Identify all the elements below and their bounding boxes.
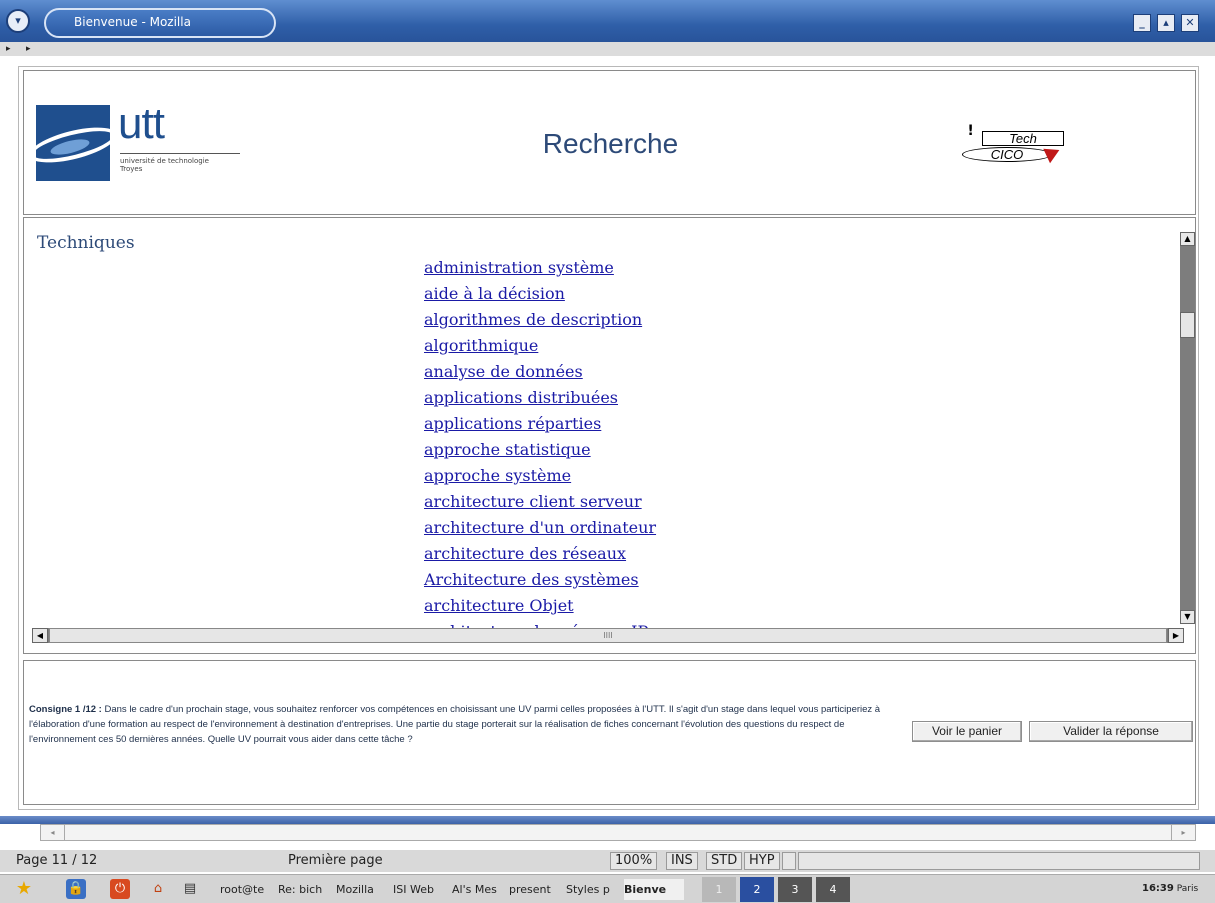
technique-link-list: administration système aide à la décision… [424,258,656,648]
tech-cico-logo: ǃ Tech CICO [956,123,1066,164]
horizontal-scrollbar[interactable]: ◀ IIII ▶ [32,628,1184,643]
taskbar-item[interactable]: present [509,879,564,900]
list-item: approche statistique [424,440,656,466]
technique-link[interactable]: architecture d'un ordinateur [424,518,656,537]
window-bottom-band [0,816,1215,824]
page-style-indicator[interactable]: Première page [288,852,383,870]
list-item: applications distribuées [424,388,656,414]
workspace-4[interactable]: 4 [816,877,850,902]
insert-mode-indicator[interactable]: INS [666,852,698,870]
workspace-2[interactable]: 2 [740,877,774,902]
taskbar-item[interactable]: root@te [220,879,276,900]
taskbar: ★ 🔒 ⏻ ⌂ ▤ root@te Re: bich Mozilla ISI Web A… [0,874,1215,903]
list-item: architecture d'un ordinateur [424,518,656,544]
page-indicator: Page 11 / 12 [16,853,98,868]
workspace-1[interactable]: 1 [702,877,736,902]
list-item: architecture Objet [424,596,656,622]
technique-link[interactable]: Architecture des systèmes [424,570,639,589]
list-item: Architecture des systèmes [424,570,656,596]
navigation-strip: ▸ ▸ [0,42,1215,56]
content-frame: Techniques administration système aide à … [23,217,1196,654]
scroll-right-arrow-icon[interactable]: ▶ [1168,628,1184,643]
maximize-button[interactable]: ▴ [1157,14,1175,32]
star-menu-icon[interactable]: ★ [14,879,34,899]
taskbar-item[interactable]: Styles p [566,879,622,900]
window-menu-button[interactable]: ▾ [6,9,30,33]
list-item: architecture client serveur [424,492,656,518]
scroll-down-arrow-icon[interactable]: ▼ [1180,610,1195,624]
person-icon: ǃ [968,123,974,139]
document-horizontal-scrollbar[interactable]: ◂ ▸ [40,824,1196,841]
utt-logo-city: Troyes [120,165,143,173]
cico-logo-text: CICO [962,147,1052,162]
technique-link[interactable]: architecture Objet [424,596,574,615]
back-arrow-icon[interactable]: ▸ [6,42,11,56]
list-item: architecture des réseaux [424,544,656,570]
horizontal-scroll-thumb[interactable]: IIII [49,628,1167,643]
vertical-scroll-thumb[interactable] [1180,312,1195,338]
minimize-button[interactable]: _ [1133,14,1151,32]
technique-link[interactable]: applications distribuées [424,388,618,407]
chevron-down-icon: ▾ [15,14,21,27]
clock: 16:39 Paris [1142,883,1198,894]
list-item: approche système [424,466,656,492]
window-title-pill: Bienvenue - Mozilla [44,8,276,38]
close-button[interactable]: ✕ [1181,14,1199,32]
technique-link[interactable]: algorithmes de description [424,310,642,329]
technique-link[interactable]: applications réparties [424,414,601,433]
vertical-scrollbar[interactable]: ▲ ▼ [1180,232,1195,624]
scroll-right-arrow-icon[interactable]: ▸ [1171,825,1195,840]
scroll-grip: IIII [603,631,613,640]
technique-link[interactable]: approche système [424,466,571,485]
scroll-up-arrow-icon[interactable]: ▲ [1180,232,1195,246]
list-item: aide à la décision [424,284,656,310]
technique-link[interactable]: aide à la décision [424,284,565,303]
maximize-icon: ▴ [1163,16,1169,29]
list-item: administration système [424,258,656,284]
validate-answer-button[interactable]: Valider la réponse [1029,721,1193,742]
header-frame: utt université de technologie Troyes Rec… [23,70,1196,215]
taskbar-item[interactable]: Mozilla [336,879,391,900]
lock-icon[interactable]: 🔒 [66,879,86,899]
hyperlink-mode-indicator[interactable]: HYP [744,852,780,870]
window-title: Bienvenue - Mozilla [74,15,191,29]
instruction-frame: Consigne 1 /12 : Dans le cadre d'un proc… [23,660,1196,805]
instruction-text: Consigne 1 /12 : Dans le cadre d'un proc… [29,702,909,747]
home-icon[interactable]: ⌂ [148,879,168,899]
selection-mode-indicator[interactable]: STD [706,852,743,870]
technique-link[interactable]: approche statistique [424,440,591,459]
technique-link[interactable]: architecture des réseaux [424,544,626,563]
scroll-left-arrow-icon[interactable]: ◂ [41,825,65,840]
list-item: analyse de données [424,362,656,388]
taskbar-item[interactable]: ISI Web [393,879,450,900]
view-cart-button[interactable]: Voir le panier [912,721,1022,742]
close-icon: ✕ [1185,16,1195,29]
taskbar-item[interactable]: Re: bich [278,879,334,900]
clock-time: 16:39 [1142,883,1174,894]
forward-arrow-icon[interactable]: ▸ [26,42,31,56]
section-title: Techniques [37,233,135,253]
status-field [798,852,1200,870]
terminal-icon[interactable]: ▤ [180,879,200,899]
instruction-label: Consigne 1 /12 : [29,704,102,715]
window-title-bar[interactable]: ▾ Bienvenue - Mozilla _ ▴ ✕ [0,0,1215,42]
taskbar-item[interactable]: Bienve [624,879,684,900]
modified-indicator [782,852,796,870]
status-bar: Page 11 / 12 Première page 100% INS STD … [0,850,1215,872]
taskbar-item[interactable]: Al's Mes [452,879,507,900]
scroll-left-arrow-icon[interactable]: ◀ [32,628,48,643]
technique-link[interactable]: algorithmique [424,336,538,355]
list-item: applications réparties [424,414,656,440]
clock-city: Paris [1176,884,1199,894]
workspace-3[interactable]: 3 [778,877,812,902]
zoom-indicator[interactable]: 100% [610,852,658,870]
power-icon[interactable]: ⏻ [110,879,130,899]
minimize-icon: _ [1139,16,1145,29]
technique-link[interactable]: architecture client serveur [424,492,642,511]
instruction-body: Dans le cadre d'un prochain stage, vous … [29,704,881,745]
technique-link[interactable]: analyse de données [424,362,583,381]
list-item: algorithmes de description [424,310,656,336]
list-item: algorithmique [424,336,656,362]
technique-link[interactable]: administration système [424,258,614,277]
